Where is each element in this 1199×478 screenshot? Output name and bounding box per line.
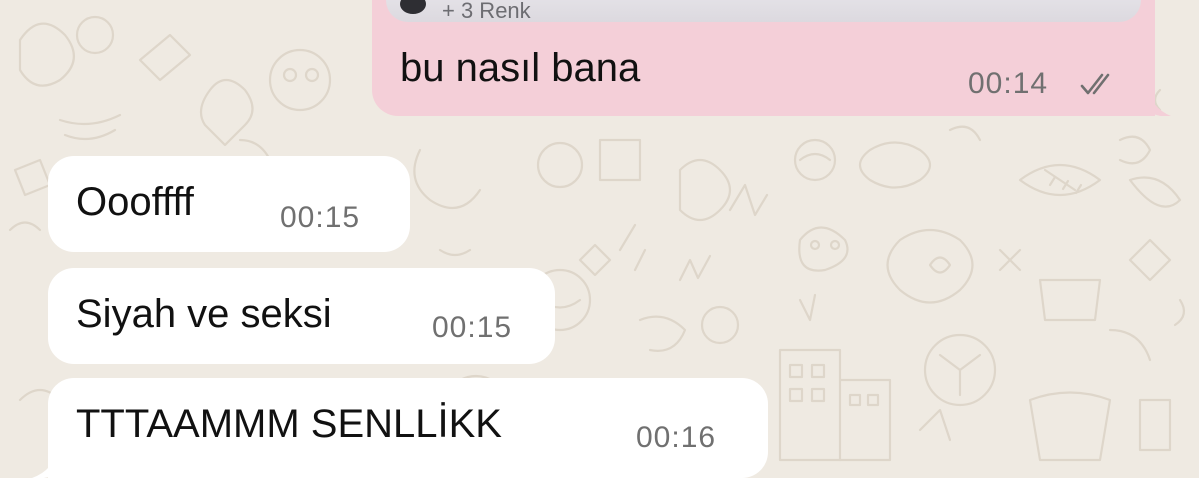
image-attachment-preview[interactable]: + 3 Renk	[386, 0, 1141, 22]
incoming-message-bubble[interactable]: TTTAAMMM SENLLİKK 00:16	[32, 378, 768, 478]
message-time: 00:14	[968, 67, 1049, 100]
message-time: 00:15	[432, 311, 513, 344]
incoming-message-bubble[interactable]: Siyah ve seksi 00:15	[48, 268, 555, 364]
color-swatch-icon	[400, 0, 426, 14]
message-text: bu nasıl bana	[400, 46, 641, 90]
outgoing-message-bubble[interactable]: + 3 Renk bu nasıl bana 00:14	[372, 0, 1171, 116]
image-caption: + 3 Renk	[442, 0, 531, 22]
double-check-icon	[1080, 73, 1110, 95]
message-time: 00:15	[280, 201, 361, 234]
message-text: TTTAAMMM SENLLİKK	[76, 402, 502, 446]
message-time: 00:16	[636, 421, 717, 454]
bubble-tail	[32, 448, 58, 478]
message-text: Siyah ve seksi	[76, 292, 332, 336]
bubble-tail	[1147, 86, 1171, 116]
message-text: Oooffff	[76, 180, 194, 224]
incoming-message-bubble[interactable]: Oooffff 00:15	[48, 156, 410, 252]
